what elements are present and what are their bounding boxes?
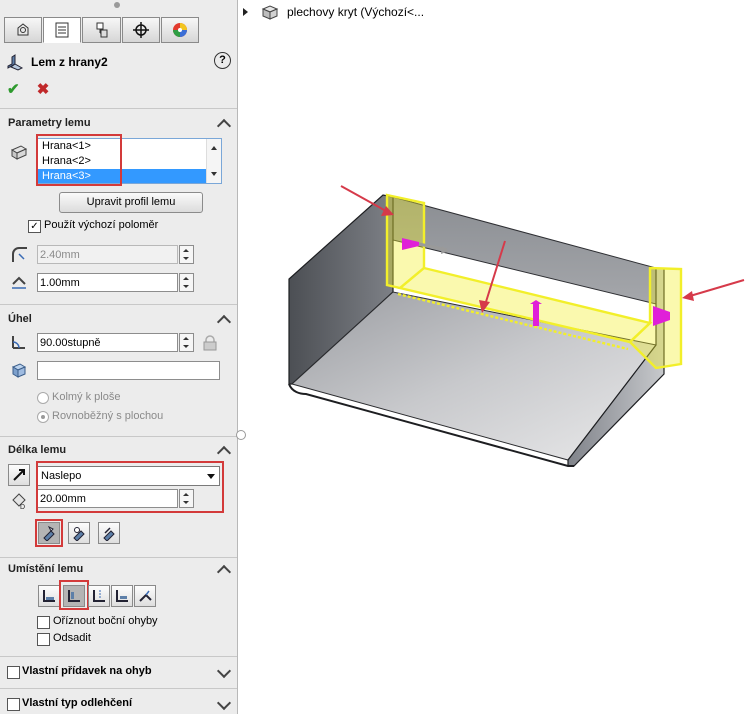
manager-tabs [4, 17, 200, 43]
section-divider [0, 557, 237, 558]
tab-property-manager[interactable] [43, 17, 82, 43]
trim-side-bends-label: Oříznout boční ohyby [53, 615, 158, 627]
part-icon [261, 5, 279, 20]
reverse-direction-icon [13, 469, 25, 481]
flange-angle-icon [8, 331, 30, 353]
reference-face-input[interactable] [37, 361, 220, 380]
inner-virtual-sharp-icon [73, 527, 85, 541]
expand-arrow-icon[interactable] [243, 8, 248, 16]
section-divider [0, 436, 237, 437]
flange-angle-input[interactable]: 90.00stupně [37, 333, 178, 352]
bend-outside-icon [93, 590, 105, 602]
flange-length-icon: D [8, 489, 30, 511]
tangent-to-bend-button[interactable] [134, 585, 156, 607]
offset-checkbox[interactable] [37, 633, 50, 646]
bend-radius-stepper[interactable] [179, 245, 194, 264]
highlight-box [36, 461, 224, 513]
feature-manager-icon [17, 23, 29, 36]
tab-configuration-manager[interactable] [82, 17, 121, 43]
ok-cancel-row: ✔ ✖ [7, 80, 49, 98]
parallel-label: Rovnoběžný s plochou [52, 410, 164, 422]
virtual-sharp-button[interactable] [111, 585, 133, 607]
custom-relief-checkbox[interactable] [7, 698, 20, 711]
feature-title: Lem z hrany2 [31, 55, 108, 69]
material-inside-button[interactable] [38, 585, 60, 607]
custom-relief-label: Vlastní typ odlehčení [22, 697, 133, 709]
section-divider [0, 108, 237, 109]
expand-chevron-icon[interactable] [216, 663, 232, 679]
property-manager-panel: Lem z hrany2 ? ✔ ✖ Parametry lemu Hrana<… [0, 0, 238, 714]
edge-flange-icon [7, 54, 24, 71]
part-name: plechovy kryt (Výchozí<... [287, 5, 425, 19]
help-button[interactable]: ? [214, 52, 231, 69]
virtual-sharp-icon [116, 590, 128, 602]
tangent-bend-button[interactable] [98, 522, 120, 544]
bend-outside-button[interactable] [88, 585, 110, 607]
tab-display-manager[interactable] [160, 17, 200, 43]
section-title-params: Parametry lemu [8, 117, 91, 129]
offset-label: Odsadit [53, 632, 91, 644]
bend-radius-icon [8, 243, 30, 265]
highlight-box [59, 580, 89, 610]
section-divider [0, 656, 237, 657]
highlight-box [36, 134, 122, 186]
inner-virtual-sharp-button[interactable] [68, 522, 90, 544]
collapse-chevron-icon[interactable] [216, 314, 232, 330]
perpendicular-label: Kolmý k ploše [52, 391, 121, 403]
tangent-bend-icon [103, 527, 115, 541]
feature-title-row: Lem z hrany2 ? [5, 52, 231, 74]
gap-distance-input[interactable]: 1.00mm [37, 273, 178, 292]
gap-distance-icon [8, 271, 30, 293]
configuration-manager-icon [96, 22, 107, 38]
trim-side-bends-checkbox[interactable] [37, 616, 50, 629]
tangent-to-bend-icon [139, 590, 152, 602]
collapse-chevron-icon[interactable] [216, 445, 232, 461]
custom-allowance-label: Vlastní přídavek na ohyb [22, 665, 152, 677]
section-title-length: Délka lemu [8, 444, 67, 456]
perpendicular-radio[interactable] [37, 392, 49, 404]
crosshair-icon [132, 22, 149, 38]
property-manager-icon [55, 22, 69, 38]
section-divider [0, 304, 237, 305]
cancel-button[interactable]: ✖ [37, 81, 50, 98]
gap-distance-stepper[interactable] [179, 273, 194, 292]
edge-select-icon [8, 141, 30, 163]
flange-angle-stepper[interactable] [179, 333, 194, 352]
use-default-radius-checkbox[interactable]: ✓ [28, 220, 41, 233]
collapse-chevron-icon[interactable] [216, 564, 232, 580]
listbox-scrollbar[interactable] [206, 139, 221, 183]
svg-text:D: D [20, 504, 25, 510]
section-divider [0, 688, 237, 689]
collapse-chevron-icon[interactable] [216, 118, 232, 134]
edit-profile-button[interactable]: Upravit profil lemu [59, 192, 203, 213]
tab-dimxpert-manager[interactable] [121, 17, 160, 43]
use-default-radius-label: Použít výchozí poloměr [44, 219, 159, 231]
reverse-direction-button[interactable] [8, 464, 30, 486]
graphics-viewport[interactable] [245, 30, 750, 470]
custom-allowance-checkbox[interactable] [7, 666, 20, 679]
parallel-radio[interactable] [37, 411, 49, 423]
face-select-icon [8, 359, 30, 381]
expand-chevron-icon[interactable] [216, 695, 232, 711]
ok-button[interactable]: ✔ [7, 81, 20, 98]
section-title-position: Umístění lemu [8, 563, 84, 575]
panel-grip[interactable] [114, 2, 120, 8]
material-inside-icon [43, 590, 55, 602]
lock-icon[interactable] [203, 335, 217, 351]
bend-radius-input[interactable]: 2.40mm [37, 245, 178, 264]
section-title-angle: Úhel [8, 313, 32, 325]
tab-feature-manager[interactable] [4, 17, 43, 43]
highlight-box [35, 519, 63, 547]
color-wheel-icon [172, 23, 187, 37]
